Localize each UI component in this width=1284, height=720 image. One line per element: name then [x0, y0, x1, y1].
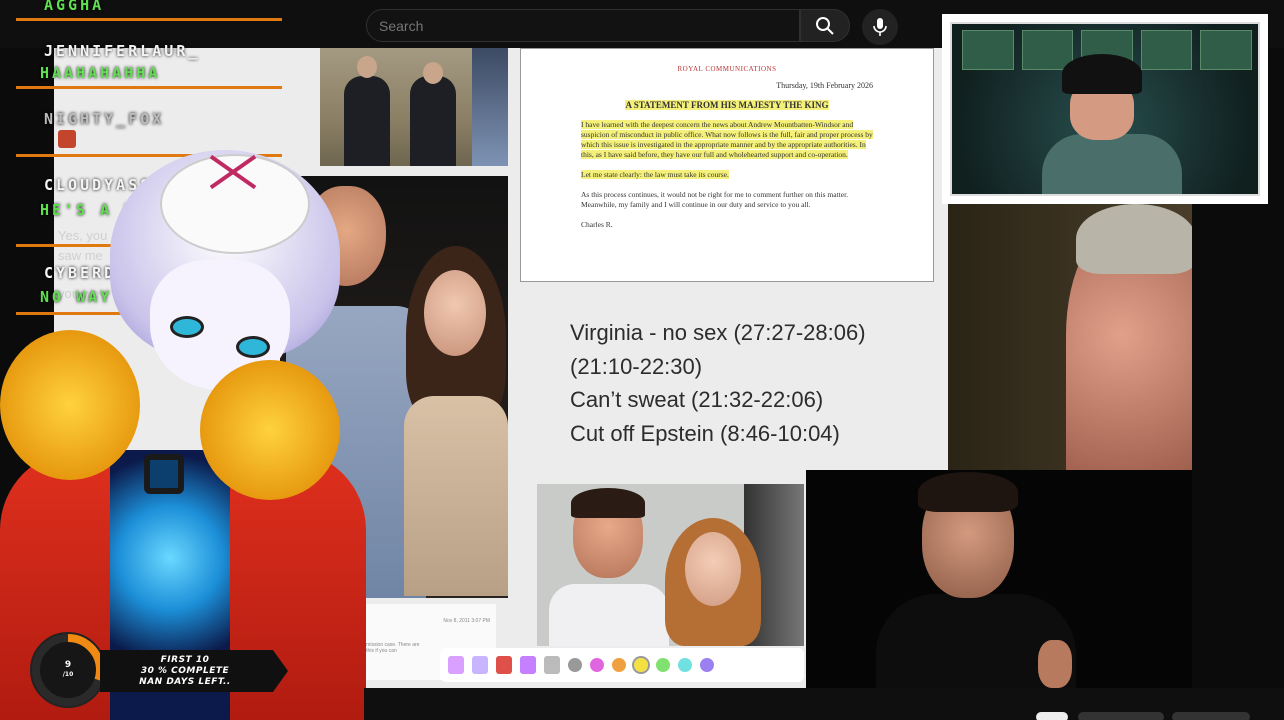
figure [410, 76, 456, 166]
goal-count-total: /10 [62, 671, 74, 678]
annotation-toolbar [440, 648, 804, 682]
lasso-tool[interactable] [520, 656, 536, 674]
webcam-feed [950, 22, 1260, 196]
voice-search-button[interactable] [862, 9, 898, 45]
timecode-line: Cut off Epstein (8:46-10:04) [570, 420, 840, 446]
statement-title-text: A STATEMENT FROM HIS MAJESTY THE KING [625, 100, 829, 110]
avatar-eye [236, 336, 270, 358]
statement-paragraph-text: I have learned with the deepest concern … [581, 120, 873, 159]
color-swatch[interactable] [590, 658, 604, 672]
shirt [549, 584, 669, 646]
statement-signature: Charles R. [581, 220, 613, 229]
photo-man-and-girl [537, 484, 804, 646]
figure-head [423, 62, 443, 84]
color-swatch[interactable] [678, 658, 692, 672]
statement-date: Thursday, 19th February 2026 [776, 81, 873, 90]
figure-head [357, 56, 377, 78]
statement-paragraph-text: Let me state clearly: the law must take … [581, 170, 729, 179]
statement-title: A STATEMENT FROM HIS MAJESTY THE KING [581, 100, 873, 110]
goal-percent: 30 % COMPLETE [140, 666, 230, 676]
highlighter-tool[interactable] [496, 656, 512, 674]
shape-tool[interactable] [544, 656, 560, 674]
avatar-collar-buckle [144, 454, 184, 494]
timecode-notes: Virginia - no sex (27:27-28:06) (21:10-2… [570, 316, 866, 450]
statement-paragraph: As this process continues, it would not … [581, 190, 849, 209]
statement-crest: ROYAL COMMUNICATIONS [677, 65, 777, 73]
narrator-video [806, 470, 1192, 688]
goal-count-current: 9 [64, 660, 72, 670]
photo-woman [400, 246, 508, 598]
streamer [1042, 54, 1182, 194]
bottom-control[interactable] [1078, 712, 1164, 720]
statement-paragraph: Let me state clearly: the law must take … [581, 170, 873, 180]
hair [1076, 204, 1192, 274]
goal-progress-ring: 9 /10 [30, 632, 106, 708]
search-button[interactable] [800, 9, 850, 42]
goal-count: 9 /10 [63, 661, 74, 679]
color-swatch[interactable] [700, 658, 714, 672]
search-icon [816, 16, 834, 35]
photo-man [549, 488, 669, 646]
face [424, 270, 486, 356]
chat-message: HAAHAHAHHA [40, 64, 161, 82]
photo-girl [665, 518, 761, 646]
photo-walking-men [320, 48, 508, 166]
color-swatch[interactable] [568, 658, 582, 672]
pen-tool[interactable] [448, 656, 464, 674]
chat-divider [16, 86, 282, 89]
marker-tool[interactable] [472, 656, 488, 674]
search-box[interactable] [366, 9, 800, 42]
goal-days-left: NAN DAYS LEFT.. [139, 677, 231, 687]
streamer-webcam [942, 14, 1268, 204]
hand [1038, 640, 1072, 688]
timecode-line: Can’t sweat (21:32-22:06) [570, 387, 824, 412]
figure-legs [472, 48, 508, 166]
royal-statement: ROYAL COMMUNICATIONS Thursday, 19th Febr… [520, 48, 934, 282]
color-swatch[interactable] [612, 658, 626, 672]
chat-username: NIGHTY_FOX [44, 110, 165, 128]
timecode-line: Virginia - no sex (27:27-28:06) [570, 320, 866, 345]
interview-closeup [948, 204, 1192, 470]
hair [918, 472, 1018, 512]
color-swatch[interactable] [656, 658, 670, 672]
poster [1200, 30, 1252, 70]
chat-message: AGGHA [44, 0, 105, 14]
avatar-fur-collar [200, 360, 340, 500]
poster [962, 30, 1014, 70]
goal-title: FIRST 10 [160, 655, 210, 665]
avatar-fur-collar [0, 330, 140, 480]
hair [571, 488, 645, 518]
chat-username: JENNIFERLAUR_ [44, 42, 201, 60]
avatar-eye [170, 316, 204, 338]
email-meta: Nov 8, 2011 3:07 PM [443, 618, 490, 624]
face [685, 532, 741, 606]
cap [1062, 54, 1142, 94]
bottom-control[interactable] [1172, 712, 1250, 720]
color-swatch-selected[interactable] [632, 656, 650, 674]
top [404, 396, 508, 596]
body [1042, 134, 1182, 194]
timecode-line: (21:10-22:30) [570, 353, 703, 379]
chat-badge-icon [58, 130, 76, 148]
microphone-icon [873, 18, 887, 36]
statement-paragraph: I have learned with the deepest concern … [581, 120, 873, 160]
search-input[interactable] [367, 10, 799, 41]
bottom-control[interactable] [1036, 712, 1068, 720]
goal-banner: FIRST 10 30 % COMPLETE NAN DAYS LEFT.. [100, 650, 288, 692]
chat-divider [16, 18, 282, 21]
